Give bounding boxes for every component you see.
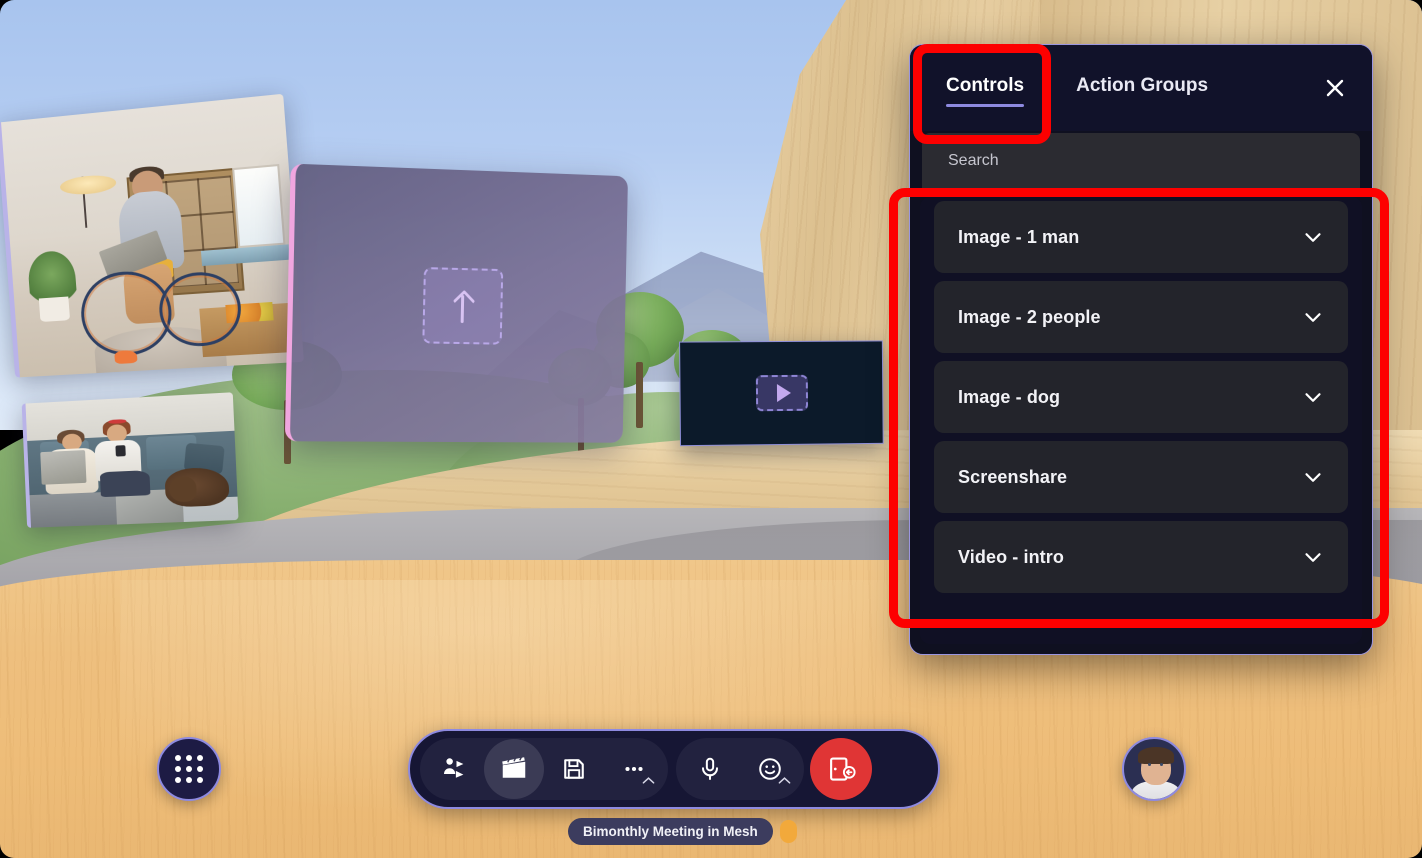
chevron-down-icon[interactable] <box>1300 544 1326 570</box>
orange-indicator <box>779 820 797 843</box>
tab-action-groups-label: Action Groups <box>1076 75 1209 96</box>
list-item-label: Image - dog <box>958 386 1061 407</box>
list-item-label: Video - intro <box>958 546 1064 567</box>
photo-content-couch <box>25 392 239 528</box>
video-dropzone[interactable] <box>755 374 809 412</box>
clapperboard-icon <box>502 756 526 778</box>
chevron-down-icon[interactable] <box>1300 464 1326 490</box>
chevron-up-icon <box>778 772 791 790</box>
play-icon <box>776 383 791 403</box>
app-launcher-button[interactable] <box>157 737 221 801</box>
controls-list: Image - 1 man Image - 2 people Image - d… <box>920 197 1362 644</box>
chevron-down-icon[interactable] <box>1300 384 1326 410</box>
list-item-label: Image - 1 man <box>958 226 1080 247</box>
save-button[interactable] <box>544 739 604 799</box>
scene-video-panel[interactable] <box>679 340 884 447</box>
toolbar-group-right <box>676 738 804 800</box>
scene-button[interactable] <box>484 739 544 799</box>
tab-action-groups[interactable]: Action Groups <box>1062 65 1222 111</box>
list-item[interactable]: Image - dog <box>934 361 1348 433</box>
close-panel-button[interactable] <box>1314 67 1356 109</box>
floppy-save-icon <box>564 759 584 779</box>
arrow-up-icon <box>452 289 473 323</box>
people-button[interactable] <box>424 739 484 799</box>
tab-controls[interactable]: Controls <box>932 65 1038 111</box>
list-item[interactable]: Image - 1 man <box>934 201 1348 273</box>
list-item[interactable]: Screenshare <box>934 441 1348 513</box>
screen: Controls Action Groups Search Image - 1 … <box>0 0 1422 858</box>
more-options-button[interactable] <box>604 739 664 799</box>
meeting-toolbar <box>408 729 940 809</box>
panel-header: Controls Action Groups <box>910 45 1372 131</box>
photo-content-room <box>1 93 304 378</box>
meeting-status-row: Bimonthly Meeting in Mesh <box>568 818 797 845</box>
leave-door-icon <box>830 757 856 781</box>
controls-side-panel: Controls Action Groups Search Image - 1 … <box>909 44 1373 655</box>
leave-meeting-button[interactable] <box>810 738 872 800</box>
list-item-label: Screenshare <box>958 466 1068 487</box>
reactions-button[interactable] <box>740 739 800 799</box>
list-item[interactable]: Video - intro <box>934 521 1348 593</box>
scene-upload-panel[interactable] <box>284 163 628 443</box>
chevron-up-icon <box>642 772 655 790</box>
user-avatar[interactable] <box>1122 737 1186 801</box>
list-item-label: Image - 2 people <box>958 306 1101 327</box>
grid-dots-icon <box>175 755 203 783</box>
tab-controls-label: Controls <box>946 75 1025 96</box>
close-icon <box>1326 79 1344 97</box>
upload-dropzone[interactable] <box>421 267 503 345</box>
toolbar-group-left <box>420 738 668 800</box>
scene-photo-panel-man[interactable] <box>0 93 304 378</box>
people-avatar-icon <box>444 758 464 778</box>
search-placeholder: Search <box>948 152 999 169</box>
meeting-title-pill: Bimonthly Meeting in Mesh <box>568 818 773 845</box>
microphone-icon <box>702 757 718 781</box>
chevron-down-icon[interactable] <box>1300 304 1326 330</box>
chevron-down-icon[interactable] <box>1300 224 1326 250</box>
scene-photo-panel-people[interactable] <box>21 392 239 528</box>
search-input[interactable]: Search <box>922 133 1360 189</box>
microphone-button[interactable] <box>680 739 740 799</box>
list-item[interactable]: Image - 2 people <box>934 281 1348 353</box>
